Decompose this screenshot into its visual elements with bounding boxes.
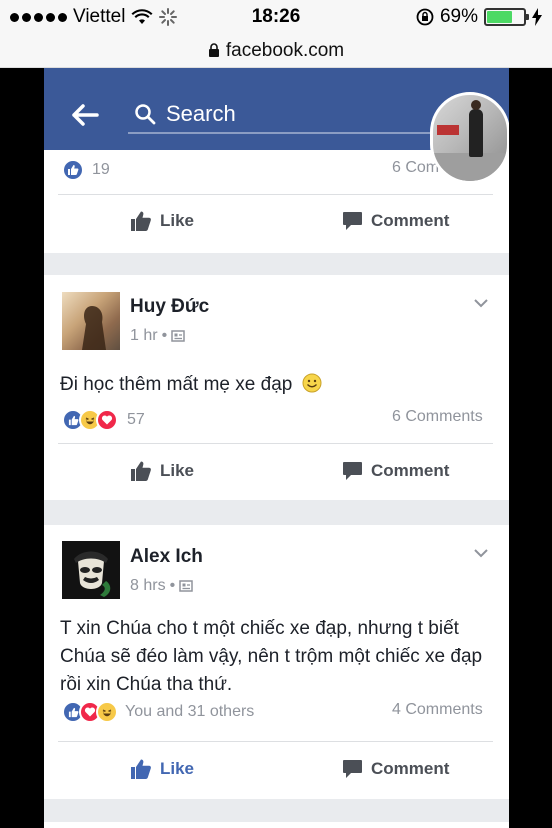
avatar[interactable]	[62, 541, 120, 599]
lock-icon	[208, 43, 219, 57]
post-card-actions: Like Comment	[44, 741, 509, 799]
page: Viettel 18:26 69% facebook.com Search 19…	[0, 0, 552, 828]
post-reactions[interactable]: 57	[62, 409, 145, 431]
url-bar[interactable]: facebook.com	[0, 34, 552, 68]
chat-head-avatar[interactable]	[430, 92, 509, 184]
post-meta: 8 hrs •	[130, 577, 193, 595]
audience-icon	[179, 580, 193, 592]
post-time[interactable]: 1 hr	[130, 327, 158, 345]
post-author[interactable]: Huy Đức	[130, 296, 209, 318]
comment-label: Comment	[371, 460, 450, 480]
like-label: Like	[160, 759, 195, 778]
divider	[58, 194, 493, 195]
chevron-down-icon[interactable]	[473, 545, 489, 561]
next-post-card-edge	[44, 822, 509, 828]
avatar[interactable]	[62, 292, 120, 350]
battery-fill	[487, 11, 512, 23]
post-2-reactions-row[interactable]: You and 31 others	[62, 701, 254, 723]
reaction-count: You and 31 others	[125, 703, 255, 720]
post-author[interactable]: Alex Ich	[130, 546, 203, 568]
chevron-down-icon[interactable]	[473, 295, 489, 311]
comment-button[interactable]: Comment	[342, 758, 449, 779]
battery-percent: 69%	[439, 6, 478, 27]
reaction-count: 57	[127, 411, 145, 428]
post-card: Alex Ich 8 hrs • T xin Chúa cho t một ch…	[44, 525, 509, 741]
post-time[interactable]: 8 hrs	[130, 577, 166, 595]
charging-icon	[532, 8, 542, 26]
comment-icon	[343, 462, 362, 480]
post-meta: 1 hr •	[130, 327, 185, 345]
comment-icon	[343, 760, 362, 778]
post-text-content: Đi học thêm mất mẹ xe đạp	[60, 374, 293, 395]
like-label: Like	[160, 211, 195, 230]
like-button[interactable]: Like	[130, 758, 194, 780]
thumbs-up-icon	[131, 211, 151, 231]
smiley-emoji-icon	[302, 373, 322, 393]
comment-label: Comment	[371, 758, 450, 778]
status-right: 69%	[416, 6, 542, 28]
thumbs-up-icon	[131, 461, 151, 481]
ghost-status-overlay	[56, 68, 496, 78]
like-label: Like	[160, 461, 195, 480]
audience-icon	[171, 330, 185, 342]
search-input[interactable]: Search	[128, 96, 438, 134]
reaction-icons	[62, 409, 118, 431]
post-card: Huy Đức 1 hr • Đi học thêm mất mẹ xe đạp	[44, 275, 509, 500]
comment-icon	[343, 212, 362, 230]
love-reaction-icon	[96, 409, 118, 431]
comment-button[interactable]: Comment	[342, 460, 449, 481]
post-text: Đi học thêm mất mẹ xe đạp	[60, 371, 500, 399]
search-placeholder: Search	[166, 101, 236, 126]
rotation-lock-icon	[416, 8, 434, 26]
comment-button[interactable]: Comment	[342, 210, 449, 231]
like-button[interactable]: Like	[130, 460, 194, 482]
like-button[interactable]: Like	[130, 210, 194, 232]
status-bar: Viettel 18:26 69%	[0, 0, 552, 34]
meta-dot: •	[161, 327, 168, 344]
divider	[58, 741, 493, 742]
reaction-count: 19	[92, 161, 110, 178]
comment-count[interactable]: 6 Comments	[392, 408, 483, 426]
post-text: T xin Chúa cho t một chiếc xe đạp, nhưng…	[60, 618, 483, 695]
battery-icon	[484, 8, 529, 26]
search-icon	[135, 104, 156, 125]
thumbs-up-icon	[131, 759, 151, 779]
top-post-reactions[interactable]: 19	[62, 159, 110, 181]
reaction-icons	[62, 701, 118, 723]
back-arrow-icon[interactable]	[70, 100, 100, 130]
haha-reaction-icon	[96, 701, 118, 723]
comment-count[interactable]: 4 Comments	[392, 701, 483, 719]
divider	[58, 443, 493, 444]
facebook-screen: Search 19 6 Com Like Comment Huy Đức 1 h…	[44, 68, 509, 828]
comment-label: Comment	[371, 210, 450, 230]
meta-dot: •	[169, 577, 176, 594]
like-reaction-icon	[62, 159, 84, 181]
url-text: facebook.com	[225, 39, 345, 61]
